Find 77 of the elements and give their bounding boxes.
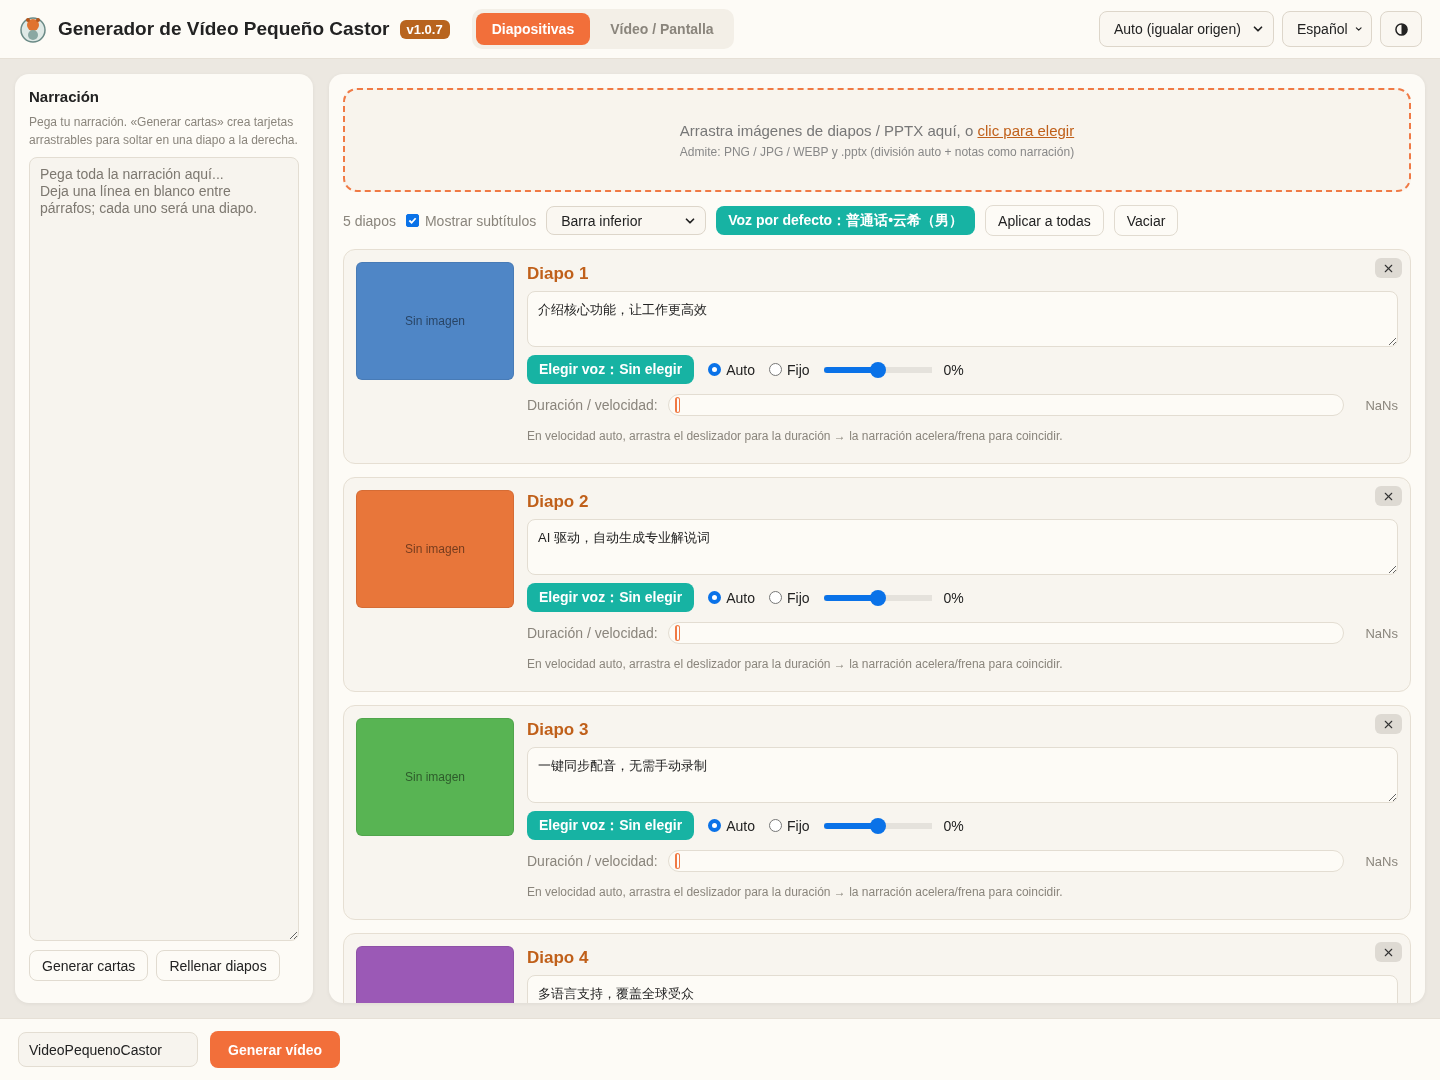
slide-title: Diapo 2 <box>527 492 589 512</box>
radio-label: Auto <box>726 817 755 834</box>
slider-thumb[interactable] <box>869 361 886 378</box>
slide-text-input[interactable]: 介绍核心功能，让工作更高效 <box>527 291 1398 347</box>
choose-link[interactable]: clic para elegir <box>977 121 1075 139</box>
duration-reading: NaNs <box>1364 625 1398 641</box>
panel-description: Pega tu narración. «Generar cartas» crea tarjetas arrastrables para soltar en una diapo a la derecha. <box>29 114 299 149</box>
duration-label: Duración / velocidad: <box>527 853 658 869</box>
slider-thumb[interactable] <box>674 853 680 869</box>
slide-hint: En velocidad auto, arrastra el deslizador para la duración → la narración acelera/frena para coincidir. <box>527 885 1064 899</box>
radio-dot[interactable] <box>708 591 722 604</box>
narration-button[interactable]: Generar cartas <box>29 950 149 981</box>
radio-label: Auto <box>726 361 755 378</box>
radio-dot[interactable] <box>768 819 782 832</box>
slide-text-input[interactable]: AI 驱动，自动生成专业解说词 <box>527 519 1398 575</box>
close-button[interactable] <box>1375 714 1402 734</box>
panel-title: Narración <box>29 88 101 105</box>
drop-text: Arrastra imágenes de diapos / PPTX aquí, o clic para elegir <box>679 121 1075 139</box>
filename-input[interactable]: VideoPequenoCastor <box>18 1032 198 1067</box>
toolbar-button[interactable]: Aplicar a todas <box>985 205 1104 236</box>
duration-slider[interactable] <box>667 850 1344 872</box>
resolution-select[interactable]: Auto (igualar origen) <box>1099 11 1274 47</box>
close-button[interactable] <box>1375 942 1402 962</box>
speed-mode-radio[interactable]: Fijo <box>768 589 810 606</box>
checkmark-icon <box>407 216 417 225</box>
subtitle-position-select[interactable]: Barra inferior <box>546 206 707 235</box>
speed-mode-radio[interactable]: Fijo <box>768 361 810 378</box>
speed-mode-radio[interactable]: Auto <box>708 817 755 834</box>
checkbox[interactable] <box>405 214 419 227</box>
slide-text-input[interactable]: 多语言支持，覆盖全球受众 <box>527 975 1398 1003</box>
speed-mode-radio[interactable]: Auto <box>708 589 755 606</box>
slide-title: Diapo 1 <box>527 264 589 284</box>
speed-mode-radio[interactable]: Auto <box>708 361 755 378</box>
radio-label: Fijo <box>786 817 810 834</box>
speed-reading: 0% <box>943 361 964 378</box>
beaver-logo-icon <box>20 15 46 43</box>
duration-slider[interactable] <box>667 394 1344 416</box>
duration-reading: NaNs <box>1364 397 1398 413</box>
contrast-icon <box>1394 22 1408 36</box>
language-select[interactable]: Español <box>1282 11 1372 47</box>
thumbnail-placeholder: Sin imagen <box>404 542 465 556</box>
narration-button[interactable]: Rellenar diapos <box>156 950 280 981</box>
radio-dot[interactable] <box>768 363 782 376</box>
radio-label: Fijo <box>786 361 810 378</box>
speed-reading: 0% <box>943 589 964 606</box>
slide-text-input[interactable]: 一键同步配音，无需手动录制 <box>527 747 1398 803</box>
duration-label: Duración / velocidad: <box>527 625 658 641</box>
drop-hint: Admite: PNG / JPG / WEBP y .pptx (división auto + notas como narración) <box>679 144 1075 159</box>
radio-dot[interactable] <box>768 591 782 604</box>
slider-thumb[interactable] <box>674 625 680 641</box>
radio-label: Fijo <box>786 589 810 606</box>
close-button[interactable] <box>1375 258 1402 278</box>
app-title: Generador de Vídeo Pequeño Castor <box>58 18 390 40</box>
narration-input[interactable]: Pega toda la narración aquí... Deja una línea en blanco entre párrafos; cada uno será una diapo. <box>29 157 299 941</box>
radio-dot[interactable] <box>708 819 722 832</box>
slide-count: 5 diapos <box>343 212 396 229</box>
drop-zone[interactable]: Arrastra imágenes de diapos / PPTX aquí, o clic para elegir Admite: PNG / JPG / WEBP y .pptx (división auto + notas como narración) <box>343 88 1411 192</box>
toolbar-button[interactable]: Vaciar <box>1113 205 1179 236</box>
slider-thumb[interactable] <box>869 817 886 834</box>
speed-mode-radio[interactable]: Fijo <box>768 817 810 834</box>
slide-hint: En velocidad auto, arrastra el deslizador para la duración → la narración acelera/frena para coincidir. <box>527 657 1064 671</box>
close-button[interactable] <box>1375 486 1402 506</box>
theme-toggle-button[interactable] <box>1380 11 1422 47</box>
slide-title: Diapo 3 <box>527 720 589 740</box>
slide-hint: En velocidad auto, arrastra el deslizador para la duración → la narración acelera/frena para coincidir. <box>527 429 1064 443</box>
duration-reading: NaNs <box>1364 853 1398 869</box>
slider-thumb[interactable] <box>674 397 680 413</box>
duration-label: Duración / velocidad: <box>527 397 658 413</box>
radio-label: Auto <box>726 589 755 606</box>
slide-title: Diapo 4 <box>527 948 589 968</box>
radio-dot[interactable] <box>708 363 722 376</box>
thumbnail-placeholder: Sin imagen <box>404 770 465 784</box>
thumbnail-placeholder: Sin imagen <box>404 314 465 328</box>
duration-slider[interactable] <box>667 622 1344 644</box>
speed-reading: 0% <box>943 817 964 834</box>
version-badge: v1.0.7 <box>399 19 450 39</box>
slider-thumb[interactable] <box>869 589 886 606</box>
